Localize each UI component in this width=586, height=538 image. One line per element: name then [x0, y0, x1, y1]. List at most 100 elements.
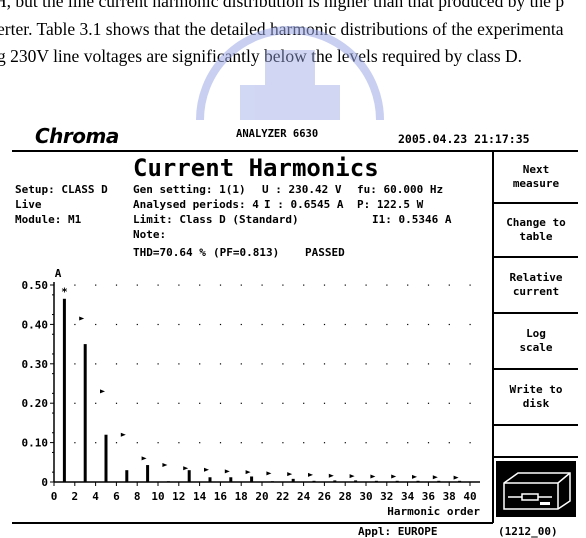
limit-marker	[79, 316, 85, 321]
thd-value: THD=70.64 %	[133, 246, 206, 259]
grid-dot	[178, 402, 180, 404]
harmonic-bar	[250, 476, 254, 482]
harmonic-bar	[437, 480, 441, 482]
x-axis-label: Harmonic order	[387, 505, 480, 518]
grid-dot	[95, 402, 97, 404]
grid-dot	[261, 442, 263, 444]
grid-dot	[323, 442, 326, 444]
x-tick-label: 34	[401, 490, 415, 503]
y-tick-label: 0.50	[22, 279, 49, 292]
x-tick-label: 12	[172, 490, 185, 503]
grid-dot	[74, 442, 76, 444]
grid-dot	[178, 284, 180, 286]
harmonic-bar	[104, 434, 108, 482]
grid-dot	[427, 363, 430, 365]
grid-dot	[323, 323, 326, 326]
appl-label: Appl: EUROPE	[358, 525, 438, 538]
grid-dot	[427, 284, 430, 286]
limit-marker	[349, 474, 355, 479]
limit-marker	[328, 473, 334, 478]
next-measure-button[interactable]: Next measure	[494, 152, 578, 204]
version-label: (1212_00)	[498, 525, 558, 538]
grid-dot	[199, 402, 201, 404]
grid-dot	[136, 363, 138, 365]
x-tick-label: 18	[235, 490, 248, 503]
grid-dot	[469, 323, 471, 326]
grid-dot	[282, 402, 284, 404]
chroma-logo: Chroma	[35, 124, 119, 148]
grid-dot	[427, 323, 430, 326]
grid-dot	[157, 402, 159, 404]
empty-softkey[interactable]	[494, 426, 578, 458]
grid-dot	[448, 284, 450, 286]
grid-dot	[199, 323, 201, 326]
grid-dot	[282, 323, 284, 326]
y-tick-label: 0.10	[22, 437, 49, 450]
grid-dot	[199, 363, 201, 365]
x-tick-label: 10	[151, 490, 164, 503]
floppy-drive-icon[interactable]	[496, 461, 576, 517]
grid-dot	[469, 402, 471, 404]
grid-dot	[136, 284, 138, 286]
x-tick-label: 32	[380, 490, 393, 503]
grid-dot	[386, 402, 388, 404]
grid-dot	[74, 284, 76, 286]
limit-marker	[266, 471, 272, 476]
grid-dot	[303, 284, 305, 286]
x-tick-label: 36	[422, 490, 436, 503]
grid-dot	[157, 323, 159, 326]
limit-marker	[245, 470, 251, 475]
harmonic-bar	[208, 477, 212, 482]
limit-marker	[120, 432, 126, 437]
grid-dot	[365, 363, 367, 365]
grid-dot	[407, 323, 409, 326]
harmonic-bar	[229, 477, 233, 482]
datetime: 2005.04.23 21:17:35	[398, 132, 530, 146]
grid-dot	[240, 323, 242, 326]
limit-marker	[183, 466, 189, 471]
grid-dot	[240, 442, 242, 444]
grid-dot	[448, 442, 450, 444]
grid-dot	[219, 442, 222, 444]
grid-dot	[323, 363, 326, 365]
grid-dot	[469, 284, 471, 286]
x-tick-label: 6	[113, 490, 120, 503]
grid-dot	[469, 442, 471, 444]
grid-dot	[344, 284, 346, 286]
write-to-disk-button[interactable]: Write to disk	[494, 370, 578, 426]
grid-dot	[136, 323, 138, 326]
relative-current-button[interactable]: Relative current	[494, 258, 578, 314]
limit-marker	[412, 474, 417, 479]
change-to-table-button[interactable]: Change to table	[494, 204, 578, 258]
limit-marker	[141, 456, 147, 461]
grid-dot	[178, 442, 180, 444]
voltage-value: U : 230.42 V	[262, 183, 342, 196]
frequency-value: fu: 60.000 Hz	[357, 183, 444, 196]
grid-dot	[219, 363, 222, 365]
grid-dot	[157, 363, 159, 365]
harmonic-bar	[166, 481, 170, 482]
harmonic-bar	[62, 298, 66, 482]
current-value: I : 0.6545 A	[264, 198, 344, 211]
harmonics-chart: 00.100.200.300.400.500 2 4 6 8 10 12 14 16 18 20 22…	[22, 267, 481, 518]
grid-dot	[386, 442, 388, 444]
harmonic-bar	[83, 344, 87, 482]
grid-dot	[199, 284, 201, 286]
grid-dot	[407, 363, 409, 365]
grid-dot	[323, 284, 326, 286]
fundamental-marker: *	[61, 286, 68, 299]
grid-dot	[386, 363, 388, 365]
harmonic-bar	[354, 480, 358, 482]
log-scale-button[interactable]: Log scale	[494, 314, 578, 370]
harmonic-bar	[125, 470, 129, 482]
grid-dot	[74, 402, 76, 404]
grid-dot	[448, 363, 450, 365]
result-status: PASSED	[305, 246, 345, 259]
limit-marker	[162, 463, 168, 468]
grid-dot	[95, 284, 97, 286]
grid-dot	[136, 442, 138, 444]
limit-marker	[432, 475, 438, 480]
setup-label: Setup: CLASS D	[15, 183, 108, 196]
grid-dot	[344, 323, 346, 326]
page-title: Current Harmonics	[133, 154, 379, 182]
